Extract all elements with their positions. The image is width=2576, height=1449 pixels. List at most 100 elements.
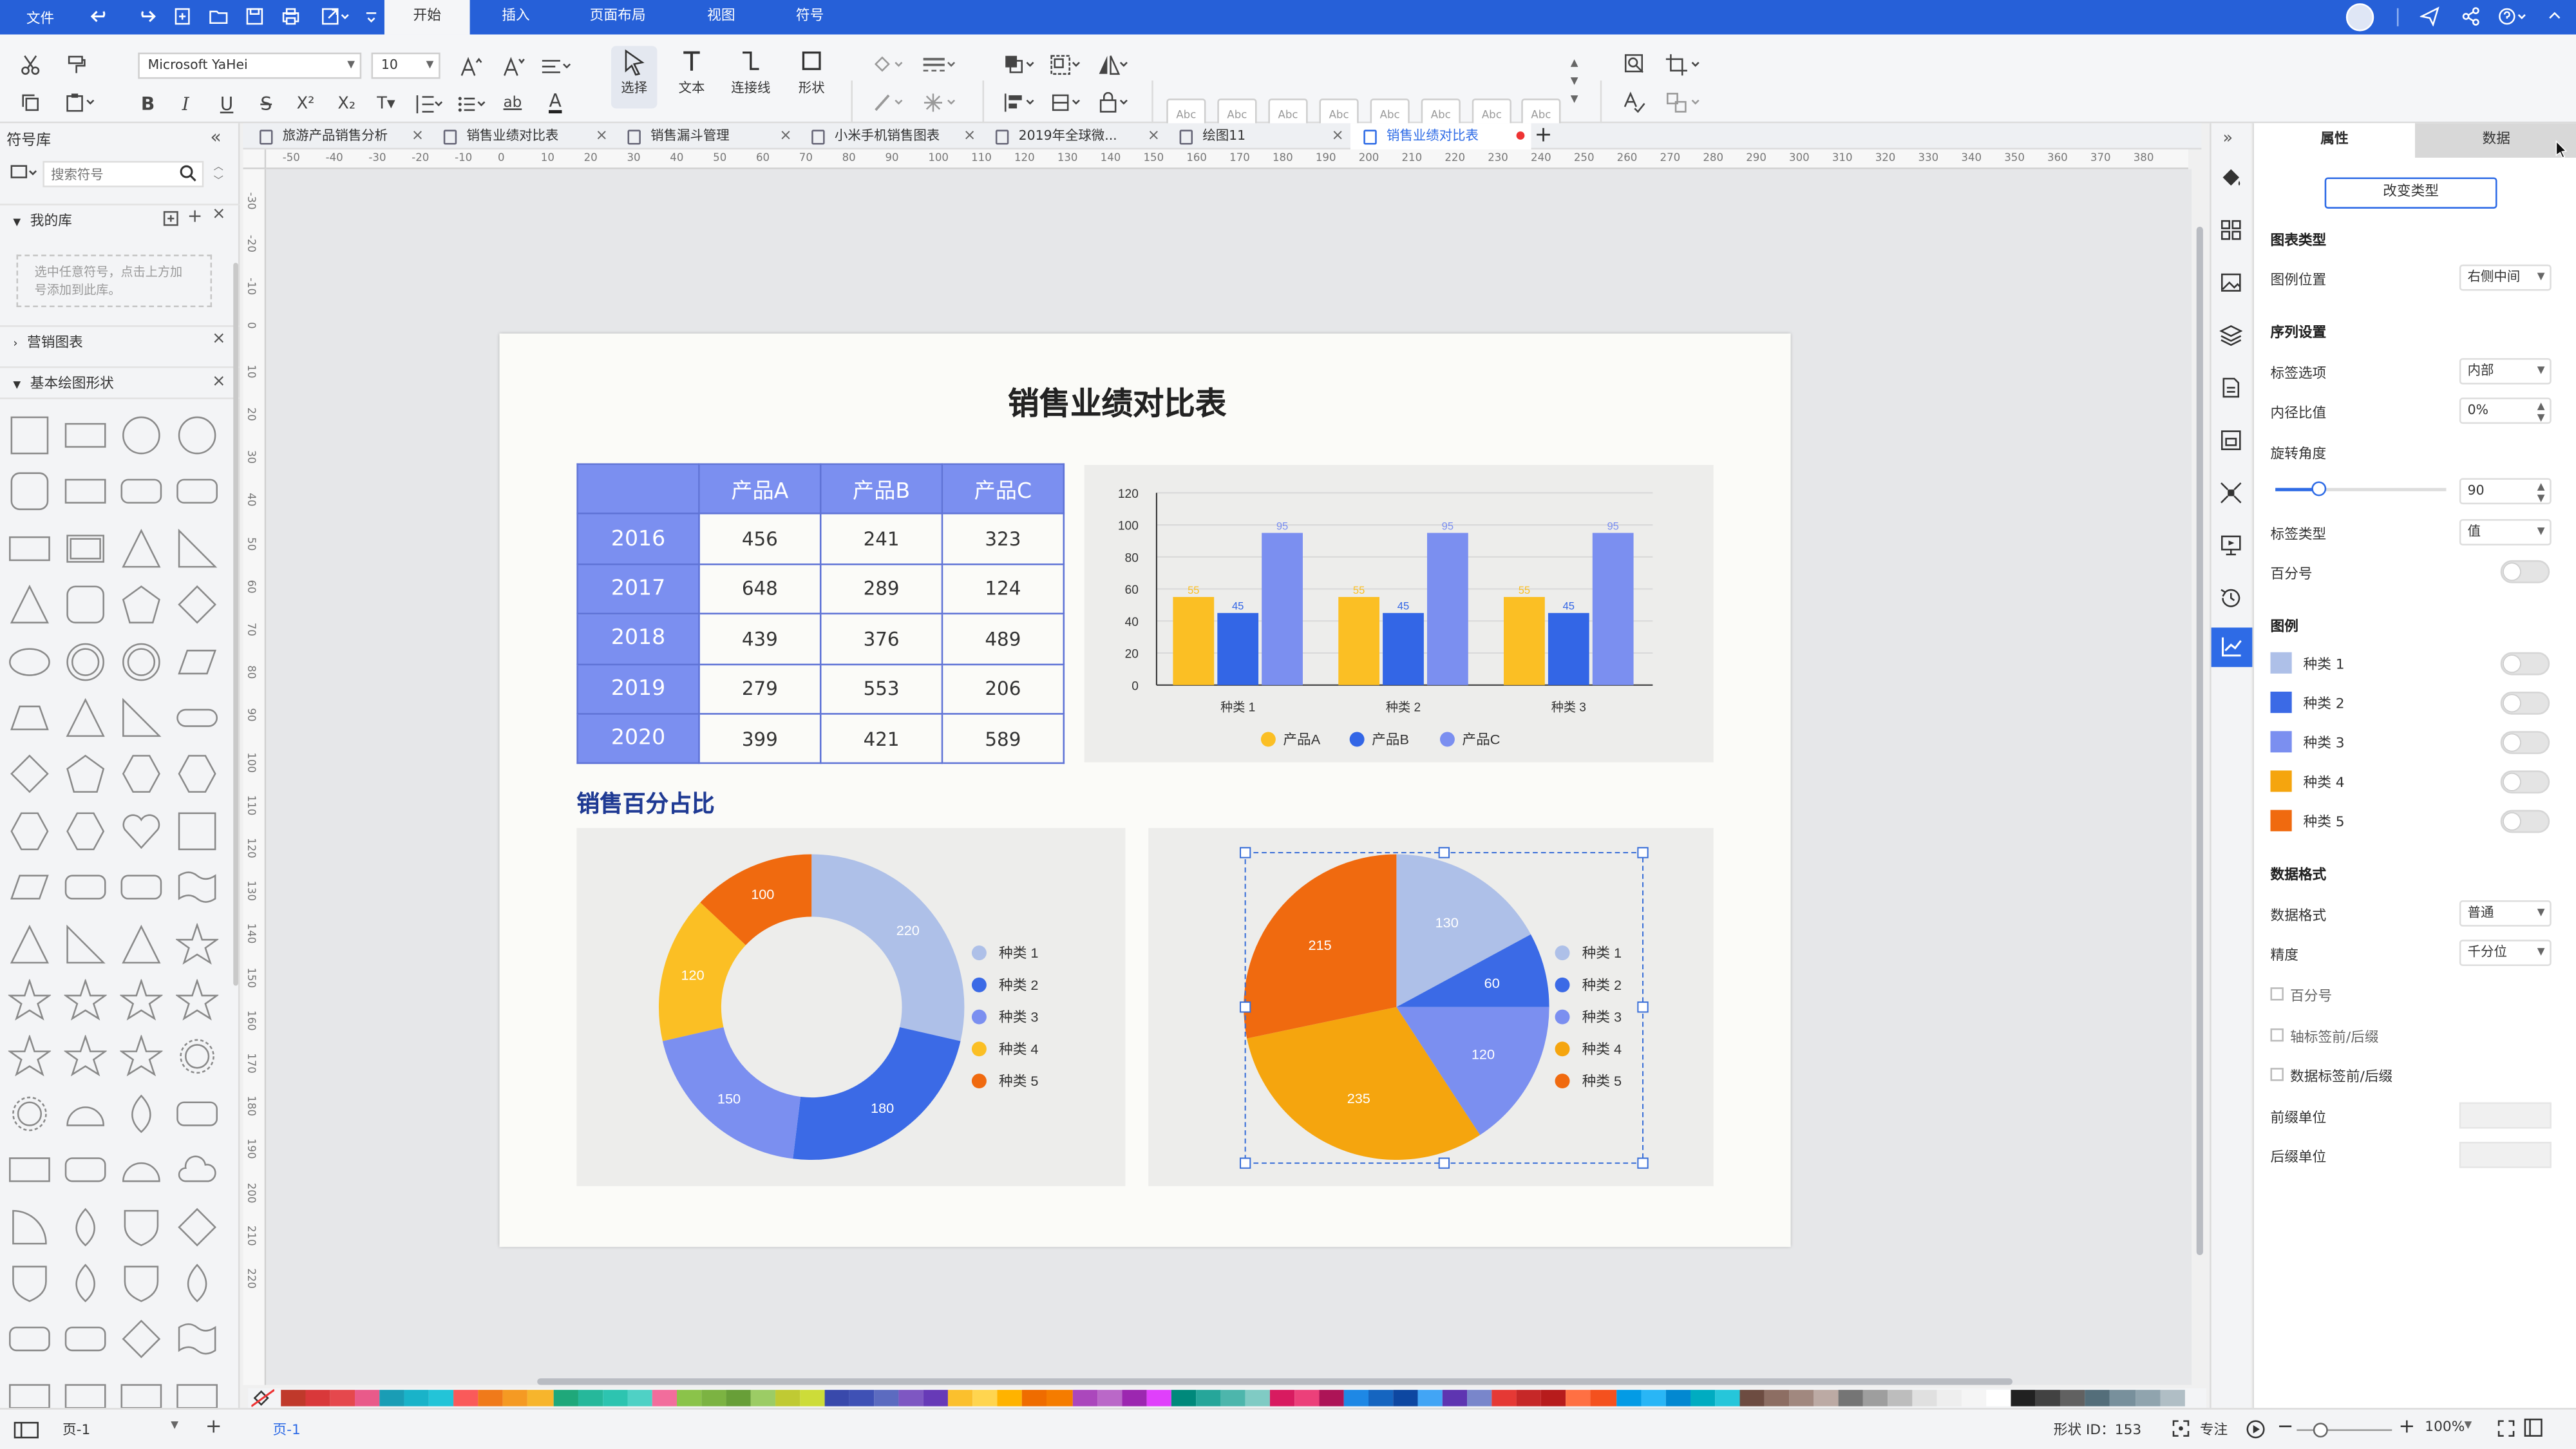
color-swatch[interactable] — [2036, 1390, 2061, 1406]
rhombus-shape[interactable] — [8, 753, 51, 795]
history-icon[interactable] — [2219, 587, 2242, 610]
table-cell[interactable]: 206 — [941, 663, 1065, 715]
color-swatch[interactable] — [330, 1390, 355, 1406]
focus-mode-button[interactable]: 专注 — [2200, 1419, 2228, 1439]
collapse-panel-icon[interactable]: « — [211, 126, 222, 147]
leaf-shape[interactable] — [176, 1262, 218, 1304]
arc-shape[interactable] — [120, 1149, 162, 1191]
close-tab-icon[interactable]: × — [779, 123, 791, 149]
right-triangle-shape[interactable] — [120, 697, 162, 739]
table-header-cell[interactable]: 产品C — [941, 463, 1065, 515]
color-swatch[interactable] — [1096, 1390, 1122, 1406]
image-icon[interactable] — [2219, 271, 2242, 294]
gear-shape[interactable] — [8, 1092, 51, 1135]
font-color-icon[interactable]: A — [539, 90, 572, 117]
diamond-shape[interactable] — [176, 583, 218, 626]
exit-fullscreen-icon[interactable] — [2523, 1418, 2543, 1438]
italic-icon[interactable]: I — [173, 90, 199, 117]
my-library-header[interactable]: ▼ 我的库 — [0, 204, 240, 236]
play-icon[interactable] — [2246, 1419, 2266, 1439]
legend-color-swatch[interactable] — [2270, 691, 2292, 714]
color-swatch[interactable] — [973, 1390, 998, 1406]
star6-shape[interactable] — [64, 979, 107, 1021]
superscript-icon[interactable]: X² — [292, 90, 319, 117]
color-swatch[interactable] — [874, 1390, 899, 1406]
legend-item-toggle[interactable] — [2500, 691, 2550, 715]
wave-shape[interactable] — [176, 1318, 218, 1361]
drop-shape[interactable] — [64, 1262, 106, 1304]
color-swatch[interactable] — [1591, 1390, 1616, 1406]
grid-layout-icon[interactable] — [2219, 218, 2242, 242]
color-swatch[interactable] — [1443, 1390, 1468, 1406]
triangle-shape[interactable] — [8, 923, 51, 965]
label-option-select[interactable]: 内部 ▼ — [2459, 358, 2552, 384]
avatar[interactable] — [2345, 3, 2374, 32]
legend-item-toggle[interactable] — [2500, 810, 2550, 833]
arrange-icon[interactable] — [1002, 51, 1038, 77]
tab-data[interactable]: 数据 — [2415, 123, 2576, 158]
expand-collapse-all-icon[interactable]: ︿ ﹀ — [214, 159, 223, 189]
font-grow-icon[interactable] — [459, 53, 485, 79]
color-swatch[interactable] — [1788, 1390, 1814, 1406]
color-swatch[interactable] — [1566, 1390, 1591, 1406]
data-icon[interactable] — [2219, 429, 2242, 452]
slice[interactable] — [811, 854, 965, 1041]
table-cell[interactable]: 648 — [698, 563, 822, 615]
bar-chart-panel[interactable]: 0 20 40 60 80 100 120 55 45 95 种类 1 55 45 95 种类 2 55 45 9… — [1084, 464, 1714, 762]
symbol-search-field[interactable] — [44, 162, 176, 186]
legend-color-swatch[interactable] — [2270, 731, 2292, 753]
color-swatch[interactable] — [1962, 1390, 1987, 1406]
add-library-icon[interactable]: + — [187, 205, 203, 227]
rectangle-shape[interactable] — [64, 471, 106, 513]
donut-chart-panel[interactable]: 220 180 150 120 100 种类 1 种类 2 种类 3 种类 4 种类 5 — [576, 828, 1126, 1186]
text-tool[interactable]: 文本 — [668, 50, 714, 97]
connector-tool[interactable]: 连接线 — [728, 50, 773, 97]
replace-shape-icon[interactable] — [1664, 89, 1703, 115]
suffix-unit-input[interactable] — [2459, 1141, 2552, 1168]
color-swatch[interactable] — [2159, 1390, 2184, 1406]
right-triangle-shape[interactable] — [64, 923, 106, 965]
donut-chart[interactable]: 220 180 150 120 100 种类 1 种类 2 种类 3 种类 4 种类 5 — [576, 828, 1125, 1186]
decagon-shape[interactable] — [64, 810, 106, 852]
color-swatch[interactable] — [503, 1390, 529, 1406]
align-icon[interactable] — [539, 53, 575, 79]
unsaved-dot-icon[interactable] — [1516, 123, 1525, 149]
select-tool[interactable]: 选择 — [611, 46, 658, 109]
table-cell[interactable]: 289 — [819, 563, 943, 615]
bar[interactable] — [1173, 596, 1215, 685]
color-swatch[interactable] — [1690, 1390, 1715, 1406]
paste-icon[interactable] — [62, 89, 99, 115]
table-cell[interactable]: 376 — [819, 612, 943, 665]
color-swatch[interactable] — [898, 1390, 924, 1406]
triangle-shape[interactable] — [120, 923, 162, 965]
color-swatch[interactable] — [627, 1390, 652, 1406]
pie-chart[interactable]: 130 60 120 235 215 种类 1 种类 2 种类 3 种类 4 种类 5 — [1148, 828, 1714, 1186]
color-swatch[interactable] — [1368, 1390, 1394, 1406]
color-swatch[interactable] — [800, 1390, 825, 1406]
document-tab[interactable]: 绘图11 × — [1166, 123, 1350, 149]
redo-icon[interactable] — [135, 5, 158, 28]
color-swatch[interactable] — [2135, 1390, 2160, 1406]
color-swatch[interactable] — [1665, 1390, 1690, 1406]
marketing-charts-header[interactable]: › 营销图表 — [0, 325, 240, 358]
table-cell[interactable]: 399 — [698, 713, 822, 765]
color-swatch[interactable] — [1862, 1390, 1888, 1406]
color-swatch[interactable] — [1764, 1390, 1789, 1406]
badge-shape[interactable] — [176, 1036, 218, 1078]
share-icon[interactable] — [2459, 5, 2483, 28]
font-size-select[interactable]: 10 ▼ — [371, 52, 440, 79]
help-icon[interactable] — [2496, 5, 2528, 28]
chart-settings-icon[interactable] — [2211, 627, 2253, 667]
frame-shape[interactable] — [64, 527, 106, 569]
table-cell[interactable]: 421 — [819, 713, 943, 765]
color-swatch[interactable] — [849, 1390, 875, 1406]
precision-select[interactable]: 千分位 ▼ — [2459, 940, 2552, 966]
color-swatch[interactable] — [305, 1390, 330, 1406]
color-swatch[interactable] — [1195, 1390, 1220, 1406]
document-tab[interactable]: 销售业绩对比表 × — [430, 123, 614, 149]
color-swatch[interactable] — [1541, 1390, 1567, 1406]
open-folder-icon[interactable] — [207, 5, 230, 28]
undo-icon[interactable] — [89, 5, 112, 28]
color-swatch[interactable] — [1022, 1390, 1048, 1406]
hexagon-shape[interactable] — [120, 753, 162, 795]
